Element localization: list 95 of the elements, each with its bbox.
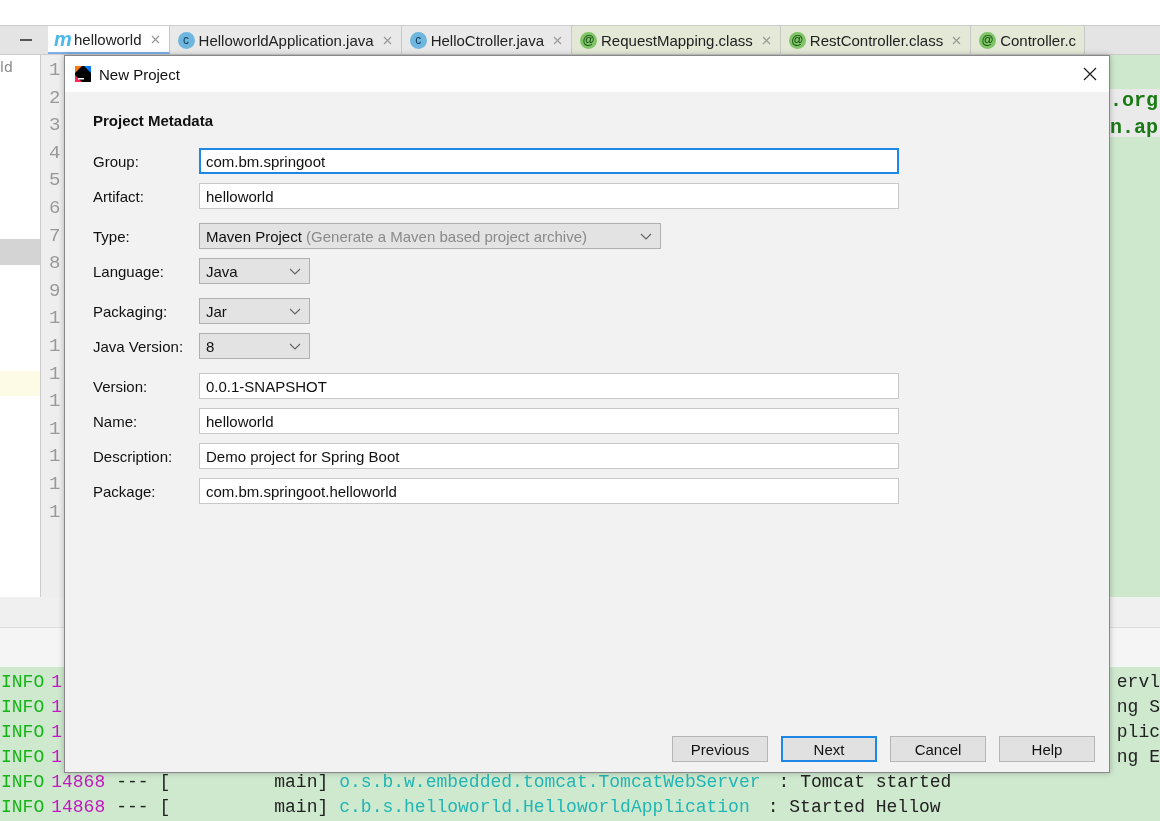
dialog-button[interactable]: Previous: [672, 736, 768, 762]
process-id: 14868: [51, 771, 106, 794]
editor-tab[interactable]: @ RestController.class: [780, 26, 972, 54]
file-type-icon: @: [788, 31, 806, 49]
dialog-button[interactable]: Cancel: [890, 736, 986, 762]
caret-icon: [289, 342, 301, 350]
caret-icon: [640, 232, 652, 240]
section-heading: Project Metadata: [93, 112, 215, 129]
field-label: Package:: [93, 482, 157, 500]
line-number: 1: [49, 306, 61, 332]
tree-item[interactable]: ld: [0, 55, 40, 83]
current-line-highlight: [0, 371, 40, 396]
thread-name: main]: [273, 771, 329, 794]
line-number: 6: [49, 195, 61, 221]
field-label: Name:: [93, 412, 139, 430]
process-id: 14868: [51, 796, 106, 819]
log-level: INFO: [1, 671, 45, 694]
input-field[interactable]: com.bm.springoot: [199, 148, 899, 174]
log-separator: --- [: [116, 771, 171, 794]
log-separator: --- [: [116, 796, 171, 819]
tab-label: HelloworldApplication.java: [198, 31, 374, 49]
close-icon[interactable]: [1083, 67, 1097, 81]
field-label: Group:: [93, 152, 140, 170]
line-number: 1: [49, 58, 61, 83]
tab-label: RequestMapping.class: [601, 31, 753, 49]
line-number: 1: [49, 499, 61, 525]
line-number: 7: [49, 223, 61, 249]
field-label: Packaging:: [93, 302, 169, 320]
field-label: Artifact:: [93, 187, 145, 205]
field-label: Language:: [93, 262, 165, 280]
line-number: 1: [49, 361, 61, 387]
process-id: 1: [51, 671, 63, 694]
file-type-icon: c: [409, 31, 427, 49]
file-type-icon: m: [56, 30, 70, 48]
thread-name: main]: [273, 796, 329, 819]
dropdown[interactable]: Jar: [199, 298, 310, 324]
line-number: 9: [49, 278, 61, 304]
dropdown[interactable]: 8: [199, 333, 310, 359]
app-icon: [75, 66, 91, 82]
log-message: ng E: [1116, 746, 1160, 769]
log-level: INFO: [1, 796, 45, 819]
log-message: ervl: [1116, 671, 1160, 694]
log-message: : Tomcat started: [778, 771, 952, 794]
logger-name: c.b.s.helloworld.HelloworldApplication: [339, 796, 750, 819]
line-number: 2: [49, 85, 61, 111]
dialog-button[interactable]: Next: [781, 736, 877, 762]
dialog-title: New Project: [99, 65, 181, 83]
line-number: 5: [49, 168, 61, 194]
input-field[interactable]: com.bm.springoot.helloworld: [199, 478, 899, 504]
line-number: 3: [49, 113, 61, 139]
logger-name: o.s.b.w.embedded.tomcat.TomcatWebServer: [339, 771, 761, 794]
log-message: : Started Hellow: [767, 796, 941, 819]
line-number: 1: [49, 416, 61, 442]
dropdown[interactable]: Java: [199, 258, 310, 284]
file-type-icon: @: [979, 31, 997, 49]
file-type-icon: c: [177, 31, 195, 49]
tab-label: helloworld: [74, 30, 142, 48]
line-number: 1: [49, 389, 61, 415]
editor-tab[interactable]: @ Controller.c: [971, 26, 1086, 54]
log-message: ng S: [1116, 696, 1160, 719]
field-label: Version:: [93, 377, 149, 395]
line-number: 1: [49, 444, 61, 470]
dialog-button[interactable]: Help: [999, 736, 1095, 762]
caret-icon: [289, 267, 301, 275]
process-id: 1: [51, 721, 63, 744]
log-level: INFO: [1, 746, 45, 769]
tab-label: HelloCtroller.java: [430, 31, 545, 49]
tab-label: RestController.class: [809, 31, 944, 49]
editor-tab[interactable]: @ RequestMapping.class: [572, 26, 781, 54]
line-number: 1: [49, 333, 61, 359]
line-number: 8: [49, 251, 61, 277]
process-id: 1: [51, 746, 63, 769]
field-label: Java Version:: [93, 337, 185, 355]
code-line: .org: [1110, 88, 1159, 114]
tab-label: Controller.c: [1000, 31, 1077, 49]
field-label: Type:: [93, 227, 131, 245]
log-message: plic: [1116, 721, 1160, 744]
editor-tab[interactable]: c HelloworldApplication.java: [169, 26, 402, 54]
log-level: INFO: [1, 721, 45, 744]
caret-icon: [289, 307, 301, 315]
input-field[interactable]: Demo project for Spring Boot: [199, 443, 899, 469]
code-line: n.ap: [1110, 115, 1159, 141]
input-field[interactable]: helloworld: [199, 408, 899, 434]
dropdown[interactable]: Maven Project (Generate a Maven based project archive): [199, 223, 661, 249]
line-number: 1: [49, 471, 61, 497]
file-type-icon: @: [580, 31, 598, 49]
field-label: Description:: [93, 447, 174, 465]
editor-tab[interactable]: m helloworld: [48, 26, 170, 54]
input-field[interactable]: 0.0.1-SNAPSHOT: [199, 373, 899, 399]
log-level: INFO: [1, 771, 45, 794]
input-field[interactable]: helloworld: [199, 183, 899, 209]
log-level: INFO: [1, 696, 45, 719]
line-number: 4: [49, 140, 61, 166]
editor-tab[interactable]: c HelloCtroller.java: [401, 26, 573, 54]
process-id: 1: [51, 696, 63, 719]
